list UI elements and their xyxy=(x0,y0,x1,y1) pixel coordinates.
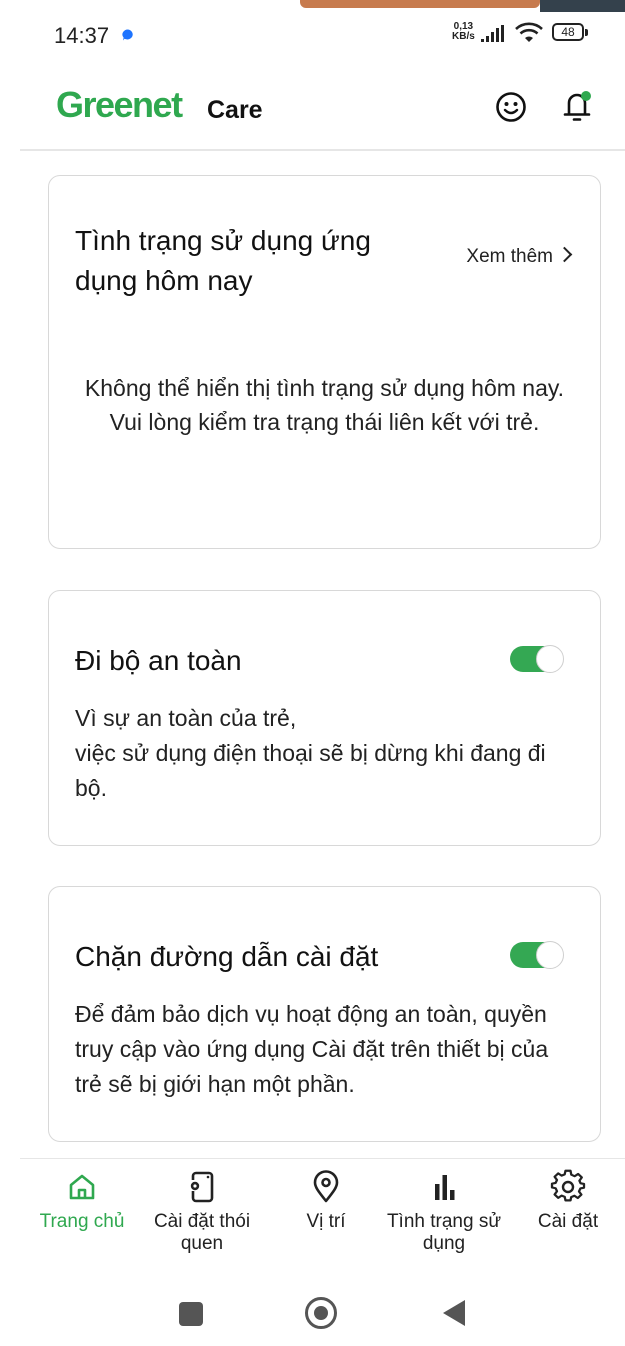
nav-routine-label: Cài đặt thói quen xyxy=(153,1211,251,1254)
chevron-right-icon xyxy=(556,246,573,263)
nav-tab-usage-status[interactable]: Tình trạng sử dụng xyxy=(382,1169,506,1255)
battery-indicator: 48 xyxy=(552,23,584,41)
see-more-label: Xem thêm xyxy=(466,246,553,267)
cell-signal-icon xyxy=(481,25,504,42)
nav-tab-routine-settings[interactable]: Cài đặt thói quen xyxy=(142,1169,262,1255)
header-divider xyxy=(20,149,625,151)
status-bar: 14:37 0,13 KB/s 48 xyxy=(0,0,625,72)
network-speed: 0,13 KB/s xyxy=(452,21,475,42)
location-pin-icon xyxy=(313,1170,339,1203)
app-header: Greenet Care xyxy=(0,80,625,150)
toggle-knob xyxy=(536,645,564,673)
system-home-button[interactable] xyxy=(305,1297,337,1329)
nav-home-label: Trang chủ xyxy=(39,1211,125,1232)
phone-gear-icon xyxy=(190,1171,214,1203)
smile-icon[interactable] xyxy=(495,91,527,123)
system-navigation-bar xyxy=(0,1280,625,1340)
block-settings-toggle[interactable] xyxy=(510,941,564,969)
safe-walking-title: Đi bộ an toàn xyxy=(75,645,242,676)
recent-apps-button[interactable] xyxy=(179,1302,203,1326)
block-settings-description: Để đảm bảo dịch vụ hoạt động an toàn, qu… xyxy=(75,1001,549,1097)
battery-tip xyxy=(585,29,588,36)
safe-walking-toggle[interactable] xyxy=(510,645,564,673)
app-usage-title: Tình trạng sử dụng ứng dụng hôm nay xyxy=(75,225,371,296)
block-settings-title: Chặn đường dẫn cài đặt xyxy=(75,941,379,972)
bottom-navigation: Trang chủ Cài đặt thói quen Vị trí Tình … xyxy=(20,1158,625,1269)
notification-bell-icon[interactable] xyxy=(560,88,594,124)
nav-location-label: Vị trí xyxy=(306,1211,346,1232)
app-usage-today-card: Tình trạng sử dụng ứng dụng hôm nay Xem … xyxy=(48,175,601,549)
greenet-logo: Greenet xyxy=(56,84,183,125)
status-time: 14:37 xyxy=(54,23,110,48)
wifi-icon xyxy=(515,22,543,42)
nav-tab-location[interactable]: Vị trí xyxy=(278,1169,374,1233)
nav-usage-label: Tình trạng sử dụng xyxy=(386,1211,502,1254)
safe-walking-card: Đi bộ an toàn Vì sự an toàn của trẻ, việ… xyxy=(48,590,601,846)
system-back-button[interactable] xyxy=(443,1300,465,1326)
logo-care-label: Care xyxy=(207,96,263,124)
block-settings-card: Chặn đường dẫn cài đặt Để đảm bảo dịch v… xyxy=(48,886,601,1142)
messenger-notification-icon xyxy=(122,29,133,41)
see-more-link[interactable]: Xem thêm xyxy=(466,246,573,268)
app-screen: 14:37 0,13 KB/s 48 Greenet Care Tình trạ… xyxy=(0,0,625,1346)
usage-empty-message: Không thể hiển thị tình trạng sử dụng hô… xyxy=(84,375,565,435)
nav-tab-home[interactable]: Trang chủ xyxy=(30,1169,134,1233)
bar-chart-icon xyxy=(435,1175,455,1200)
home-icon xyxy=(69,1174,95,1200)
safe-walking-description: Vì sự an toàn của trẻ, việc sử dụng điện… xyxy=(75,705,546,801)
nav-settings-label: Cài đặt xyxy=(537,1211,599,1232)
gear-icon xyxy=(550,1169,586,1202)
toggle-knob xyxy=(536,941,564,969)
nav-tab-settings[interactable]: Cài đặt xyxy=(518,1169,618,1233)
